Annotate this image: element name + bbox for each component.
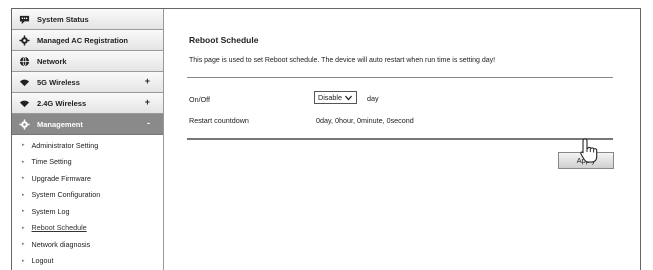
countdown-value: 0day, 0hour, 0minute, 0second — [316, 116, 414, 125]
sidebar-item-label: Network — [37, 56, 67, 66]
globe-icon — [18, 55, 30, 67]
management-submenu: ▸ Administrator Setting ▸ Time Setting ▸… — [12, 135, 163, 269]
sidebar-item-management[interactable]: Management - — [12, 114, 163, 135]
sidebar-item-label: Management — [37, 119, 83, 129]
submenu-item-system-configuration[interactable]: ▸ System Configuration — [12, 187, 163, 204]
onoff-select[interactable]: Disable — [314, 91, 357, 104]
divider — [187, 77, 613, 78]
submenu-item-reboot-schedule[interactable]: ▸ Reboot Schedule — [12, 220, 163, 237]
chevron-down-icon — [345, 94, 353, 102]
sidebar-item-label: 2.4G Wireless — [37, 98, 87, 108]
submenu-item-upgrade-firmware[interactable]: ▸ Upgrade Firmware — [12, 170, 163, 187]
bullet-triangle-icon: ▸ — [22, 175, 25, 182]
divider — [187, 138, 613, 140]
onoff-select-value: Disable — [318, 93, 342, 102]
page-title: Reboot Schedule — [189, 35, 259, 45]
gear-icon — [18, 118, 30, 130]
submenu-item-time-setting[interactable]: ▸ Time Setting — [12, 154, 163, 171]
submenu-item-system-log[interactable]: ▸ System Log — [12, 203, 163, 220]
sidebar-item-label: Managed AC Registration — [37, 35, 128, 45]
expand-icon[interactable]: + — [145, 97, 150, 107]
bullet-triangle-icon: ▸ — [22, 241, 25, 248]
sidebar: System Status Managed AC Registration Ne… — [12, 9, 164, 270]
bullet-triangle-icon: ▸ — [22, 158, 25, 165]
submenu-label: Administrator Setting — [31, 140, 99, 150]
submenu-label: Reboot Schedule — [31, 223, 87, 233]
onoff-unit: day — [367, 94, 379, 103]
submenu-label: System Log — [31, 206, 70, 216]
submenu-label: System Configuration — [31, 190, 101, 200]
bullet-triangle-icon: ▸ — [22, 257, 25, 264]
page-frame: System Status Managed AC Registration Ne… — [11, 8, 641, 270]
bullet-triangle-icon: ▸ — [22, 208, 25, 215]
expand-icon[interactable]: + — [145, 76, 150, 86]
gear-icon — [18, 34, 30, 46]
sidebar-item-label: System Status — [37, 14, 89, 24]
onoff-label: On/Off — [189, 95, 211, 104]
submenu-item-logout[interactable]: ▸ Logout — [12, 253, 163, 270]
submenu-label: Upgrade Firmware — [31, 173, 92, 183]
sidebar-item-5g-wireless[interactable]: 5G Wireless + — [12, 72, 163, 93]
bullet-triangle-icon: ▸ — [22, 224, 25, 231]
sidebar-item-2-4g-wireless[interactable]: 2.4G Wireless + — [12, 93, 163, 114]
submenu-label: Time Setting — [31, 157, 72, 167]
hand-pointer-icon — [580, 138, 598, 163]
wifi-icon — [18, 97, 30, 109]
collapse-icon[interactable]: - — [147, 118, 150, 128]
sidebar-item-managed-ac-registration[interactable]: Managed AC Registration — [12, 30, 163, 51]
submenu-label: Network diagnosis — [31, 239, 91, 249]
page-description: This page is used to set Reboot schedule… — [189, 57, 496, 64]
submenu-label: Logout — [31, 256, 54, 266]
submenu-item-network-diagnosis[interactable]: ▸ Network diagnosis — [12, 236, 163, 253]
submenu-item-administrator-setting[interactable]: ▸ Administrator Setting — [12, 137, 163, 154]
sidebar-item-network[interactable]: Network — [12, 51, 163, 72]
main-content: Reboot Schedule This page is used to set… — [187, 9, 640, 270]
countdown-label: Restart countdown — [189, 116, 249, 125]
sidebar-item-system-status[interactable]: System Status — [12, 9, 163, 30]
chat-bubble-icon — [18, 13, 30, 25]
wifi-icon — [18, 76, 30, 88]
sidebar-item-label: 5G Wireless — [37, 77, 80, 87]
bullet-triangle-icon: ▸ — [22, 191, 25, 198]
bullet-triangle-icon: ▸ — [22, 142, 25, 149]
